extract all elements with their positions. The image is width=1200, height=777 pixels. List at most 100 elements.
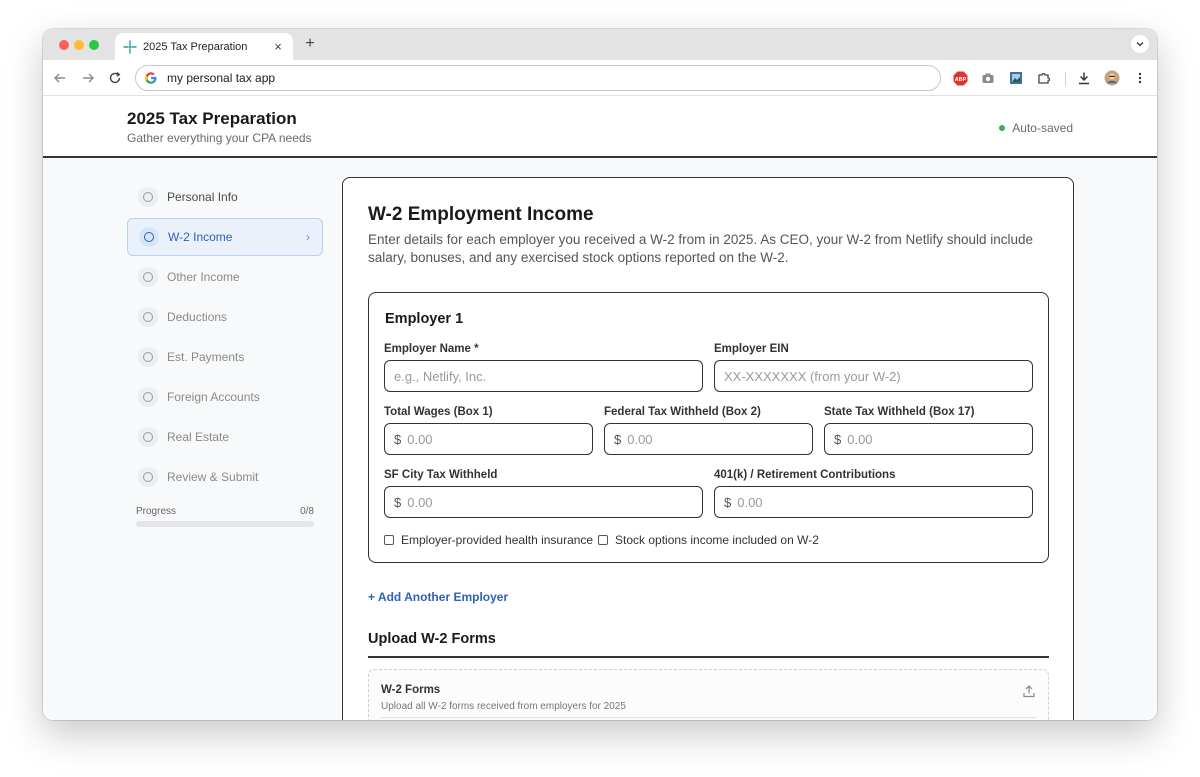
currency-symbol: $ (614, 431, 622, 447)
currency-symbol: $ (834, 431, 842, 447)
downloads-button[interactable] (1075, 69, 1093, 87)
adblock-extension-button[interactable]: ABP (951, 69, 969, 87)
employer-title: Employer 1 (385, 311, 464, 327)
sidebar-item-label: Personal Info (167, 190, 238, 204)
step-circle-icon (138, 267, 158, 287)
page-title: 2025 Tax Preparation (127, 109, 297, 128)
employer-ein-field[interactable] (714, 360, 1033, 392)
upload-file-list (381, 717, 1036, 720)
extensions-button[interactable] (1035, 69, 1053, 87)
federal-tax-input[interactable] (627, 431, 812, 447)
retirement-input[interactable] (737, 494, 1032, 510)
total-wages-label: Total Wages (Box 1) (384, 406, 493, 418)
screenshot-extension-button[interactable] (979, 69, 997, 87)
reload-button[interactable] (106, 69, 124, 87)
app-header: 2025 Tax Preparation Gather everything y… (43, 96, 1157, 158)
retirement-field[interactable]: $ (714, 486, 1033, 518)
step-circle-icon (138, 387, 158, 407)
step-circle-icon (138, 187, 158, 207)
currency-symbol: $ (394, 494, 402, 510)
address-text: my personal tax app (167, 71, 276, 85)
step-circle-icon (138, 307, 158, 327)
checkbox-icon[interactable] (384, 535, 394, 545)
sidebar-item-real-estate[interactable]: Real Estate (127, 418, 323, 456)
city-tax-input[interactable] (407, 494, 702, 510)
toolbar-divider (1065, 72, 1066, 86)
section-divider (368, 656, 1049, 658)
total-wages-field[interactable]: $ (384, 423, 593, 455)
currency-symbol: $ (394, 431, 402, 447)
maximize-window-button[interactable] (89, 40, 99, 50)
step-circle-icon (138, 467, 158, 487)
tab-close-icon[interactable]: × (271, 39, 285, 54)
sidebar-item-label: W-2 Income (168, 230, 233, 244)
progress-bar (136, 521, 314, 527)
employer-ein-input[interactable] (724, 368, 1032, 384)
sidebar-item-label: Real Estate (167, 430, 230, 444)
employer-name-input[interactable] (394, 368, 702, 384)
sidebar-item-label: Review & Submit (167, 470, 259, 484)
forward-button[interactable] (79, 69, 97, 87)
upload-box-subtitle: Upload all W-2 forms received from emplo… (381, 701, 626, 712)
state-tax-field[interactable]: $ (824, 423, 1033, 455)
new-tab-button[interactable]: + (301, 35, 319, 53)
state-tax-input[interactable] (847, 431, 1032, 447)
tab-title: 2025 Tax Preparation (143, 40, 248, 53)
sidebar-item-label: Foreign Accounts (167, 390, 260, 404)
close-window-button[interactable] (59, 40, 69, 50)
sidebar-item-est-payments[interactable]: Est. Payments (127, 338, 323, 376)
autosave-label: Auto-saved (1012, 121, 1073, 135)
browser-menu-button[interactable] (1131, 69, 1149, 87)
sidebar-item-deductions[interactable]: Deductions (127, 298, 323, 336)
page: 2025 Tax Preparation Gather everything y… (43, 96, 1157, 720)
state-tax-label: State Tax Withheld (Box 17) (824, 406, 975, 418)
health-insurance-checkbox[interactable]: Employer-provided health insurance (384, 533, 593, 547)
back-button[interactable] (51, 69, 69, 87)
tab-favicon-icon (123, 39, 137, 54)
step-circle-icon (138, 427, 158, 447)
adblock-icon: ABP (953, 71, 967, 85)
city-tax-label: SF City Tax Withheld (384, 469, 498, 481)
sidebar-item-review-submit[interactable]: Review & Submit (127, 458, 323, 496)
w2-upload-dropzone[interactable]: W-2 Forms Upload all W-2 forms received … (368, 669, 1049, 720)
sidebar-item-personal-info[interactable]: Personal Info (127, 178, 323, 216)
federal-tax-label: Federal Tax Withheld (Box 2) (604, 406, 761, 418)
arrow-right-icon (83, 73, 94, 83)
sidebar-item-w2-income[interactable]: W-2 Income › (127, 218, 323, 256)
stock-options-checkbox[interactable]: Stock options income included on W-2 (598, 533, 819, 547)
status-dot-icon (999, 125, 1006, 131)
step-circle-icon (139, 227, 159, 247)
address-bar[interactable]: my personal tax app (135, 65, 941, 91)
total-wages-input[interactable] (407, 431, 592, 447)
chevron-down-icon (1136, 42, 1144, 47)
svg-text:ABP: ABP (954, 76, 966, 82)
camera-icon (982, 73, 994, 83)
upload-box-title: W-2 Forms (381, 684, 441, 696)
checkbox-icon[interactable] (598, 535, 608, 545)
puzzle-icon (1038, 72, 1051, 84)
tab-search-button[interactable] (1131, 35, 1149, 53)
minimize-window-button[interactable] (74, 40, 84, 50)
section-title: W-2 Employment Income (368, 204, 594, 225)
sidebar-item-label: Est. Payments (167, 350, 245, 364)
upload-icon[interactable] (1022, 684, 1036, 698)
profile-button[interactable] (1103, 69, 1121, 87)
sidebar-item-other-income[interactable]: Other Income (127, 258, 323, 296)
retirement-label: 401(k) / Retirement Contributions (714, 469, 896, 481)
sidebar-item-foreign-accounts[interactable]: Foreign Accounts (127, 378, 323, 416)
progress-count: 0/8 (300, 506, 314, 517)
employer-ein-label: Employer EIN (714, 343, 789, 355)
reload-icon (109, 71, 121, 84)
browser-tab[interactable]: 2025 Tax Preparation × (115, 33, 293, 60)
city-tax-field[interactable]: $ (384, 486, 703, 518)
currency-symbol: $ (724, 494, 732, 510)
image-extension-button[interactable] (1007, 69, 1025, 87)
federal-tax-field[interactable]: $ (604, 423, 813, 455)
tab-bar: 2025 Tax Preparation × + (43, 29, 1157, 60)
sidebar-item-label: Other Income (167, 270, 240, 284)
browser-toolbar: my personal tax app ABP (43, 60, 1157, 96)
chevron-right-icon: › (306, 230, 310, 244)
employer-name-field[interactable] (384, 360, 703, 392)
section-description: Enter details for each employer you rece… (368, 232, 1034, 265)
add-employer-button[interactable]: + Add Another Employer (368, 590, 508, 604)
